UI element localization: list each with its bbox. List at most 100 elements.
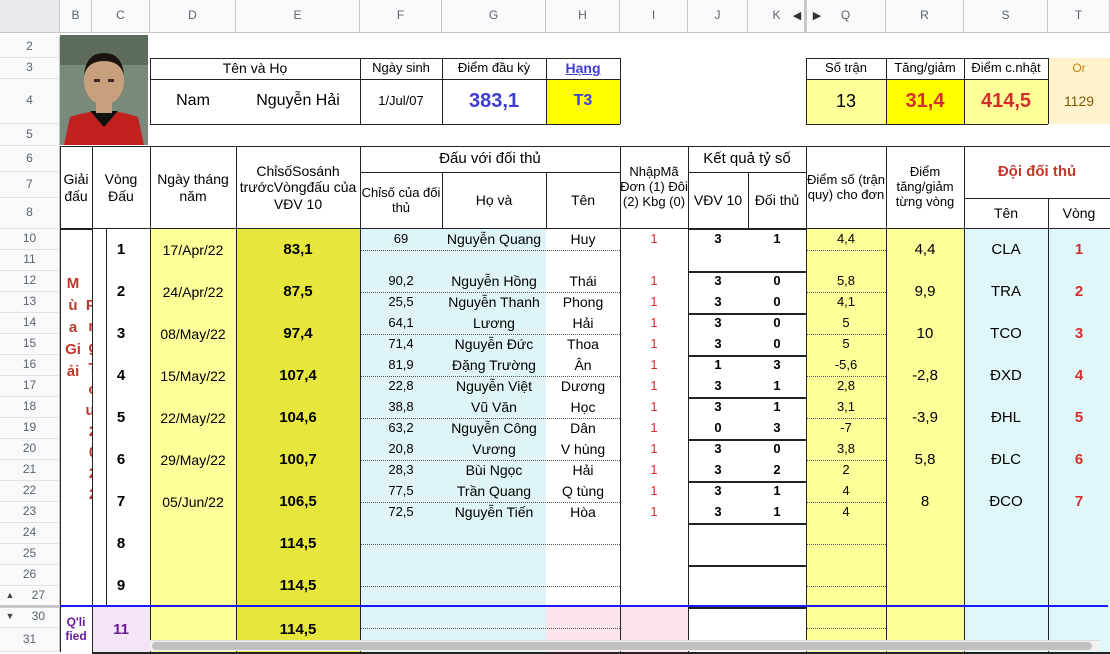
match-opp-index[interactable]: 63,2 <box>360 418 442 439</box>
matches-value[interactable]: 13 <box>806 79 886 124</box>
match-opp-index[interactable]: 69 <box>360 229 442 250</box>
team-round[interactable]: 1 <box>1048 229 1110 271</box>
column-header-H[interactable]: H <box>546 0 620 33</box>
row-header-12[interactable]: 12 <box>0 271 60 292</box>
row-group-collapse-icon[interactable]: ▲ <box>4 588 16 602</box>
round-compare-index[interactable]: 97,4 <box>236 313 360 355</box>
header-opponent-score[interactable]: Đối thủ <box>748 172 806 229</box>
row-header-7[interactable]: 7 <box>0 172 60 198</box>
header-round[interactable]: Vòng Đấu <box>92 146 150 229</box>
match-score-opponent[interactable]: 0 <box>748 439 806 460</box>
team-name[interactable]: ĐCO <box>964 481 1048 523</box>
round-number[interactable]: 8 <box>92 523 150 565</box>
round-compare-index[interactable]: 106,5 <box>236 481 360 523</box>
column-header-T[interactable]: T <box>1048 0 1110 33</box>
row-header-20[interactable]: 20 <box>0 439 60 460</box>
row-header-26[interactable]: 26 <box>0 565 60 586</box>
team-name[interactable] <box>964 523 1048 565</box>
round-date[interactable]: 17/Apr/22 <box>150 229 236 271</box>
match-score-vdv10[interactable]: 3 <box>688 271 748 292</box>
match-score-opponent[interactable]: 1 <box>748 397 806 418</box>
match-points[interactable]: 4,1 <box>806 292 886 313</box>
match-opp-surname[interactable]: Đặng Trường <box>442 355 546 376</box>
match-opp-index[interactable]: 81,9 <box>360 355 442 376</box>
match-score-opponent[interactable]: 0 <box>748 271 806 292</box>
matches-label[interactable]: Số trận <box>806 58 886 79</box>
first-name[interactable]: Nam <box>150 79 236 124</box>
match-opp-name[interactable]: Học <box>546 397 620 418</box>
round-number[interactable]: 3 <box>92 313 150 355</box>
match-points[interactable]: 3,8 <box>806 439 886 460</box>
header-opp-name[interactable]: Tên <box>546 172 620 229</box>
match-type-code[interactable]: 1 <box>620 292 688 313</box>
round-compare-index[interactable]: 107,4 <box>236 355 360 397</box>
match-score-opponent[interactable]: 0 <box>748 334 806 355</box>
match-points[interactable]: 2 <box>806 460 886 481</box>
round-compare-index[interactable]: 100,7 <box>236 439 360 481</box>
or-label[interactable]: Or <box>1048 58 1110 79</box>
hidden-rows-divider[interactable] <box>0 605 60 608</box>
start-score-label[interactable]: Điểm đầu kỳ <box>442 58 546 79</box>
round-date[interactable]: 05/Jun/22 <box>150 481 236 523</box>
header-points-change[interactable]: Điểm tăng/giảm từng vòng <box>886 146 964 229</box>
team-round[interactable]: 2 <box>1048 271 1110 313</box>
round-date[interactable]: 22/May/22 <box>150 397 236 439</box>
team-round[interactable]: 5 <box>1048 397 1110 439</box>
round-compare-index[interactable]: 87,5 <box>236 271 360 313</box>
match-score-vdv10[interactable]: 3 <box>688 376 748 397</box>
team-name[interactable]: TRA <box>964 271 1048 313</box>
match-opp-index[interactable]: 25,5 <box>360 292 442 313</box>
match-opp-name[interactable]: Hải <box>546 313 620 334</box>
horizontal-scrollbar[interactable] <box>150 640 1100 651</box>
match-score-opponent[interactable]: 1 <box>748 229 806 250</box>
column-header-G[interactable]: G <box>442 0 546 33</box>
team-name[interactable]: TCO <box>964 313 1048 355</box>
match-opp-surname[interactable]: Nguyễn Công <box>442 418 546 439</box>
column-header-B[interactable]: B <box>60 0 92 33</box>
match-opp-name[interactable]: Thoa <box>546 334 620 355</box>
match-opp-surname[interactable]: Nguyễn Hồng <box>442 271 546 292</box>
match-opp-index[interactable]: 64,1 <box>360 313 442 334</box>
match-opp-index[interactable]: 90,2 <box>360 271 442 292</box>
match-opp-index[interactable]: 72,5 <box>360 502 442 523</box>
match-points[interactable]: 5 <box>806 334 886 355</box>
row-header-21[interactable]: 21 <box>0 460 60 481</box>
dob-value[interactable]: 1/Jul/07 <box>360 79 442 124</box>
match-opp-surname[interactable]: Nguyễn Việt <box>442 376 546 397</box>
match-type-code[interactable]: 1 <box>620 271 688 292</box>
match-score-opponent[interactable]: 1 <box>748 502 806 523</box>
team-round[interactable] <box>1048 523 1110 565</box>
match-score-opponent[interactable]: 1 <box>748 481 806 502</box>
round-number[interactable]: 6 <box>92 439 150 481</box>
match-opp-surname[interactable]: Nguyễn Tiến <box>442 502 546 523</box>
updated-score-value[interactable]: 414,5 <box>964 79 1048 124</box>
row-group-expand-icon[interactable]: ▼ <box>4 609 16 623</box>
round-points-change[interactable]: 9,9 <box>886 271 964 313</box>
row-header-6[interactable]: 6 <box>0 146 60 172</box>
match-opp-index[interactable]: 38,8 <box>360 397 442 418</box>
team-round[interactable]: 4 <box>1048 355 1110 397</box>
match-points[interactable]: 4 <box>806 502 886 523</box>
round-number[interactable]: 2 <box>92 271 150 313</box>
row-header-15[interactable]: 15 <box>0 334 60 355</box>
round-points-change[interactable] <box>886 565 964 607</box>
team-round[interactable] <box>1048 565 1110 607</box>
header-tournament[interactable]: Giải đấu <box>60 146 92 229</box>
row-header-25[interactable]: 25 <box>0 544 60 565</box>
match-score-opponent[interactable]: 0 <box>748 292 806 313</box>
header-team-round[interactable]: Vòng <box>1048 198 1110 229</box>
match-opp-name[interactable]: Hải <box>546 460 620 481</box>
row-header-5[interactable]: 5 <box>0 124 60 146</box>
row-header-16[interactable]: 16 <box>0 355 60 376</box>
round-points-change[interactable]: -3,9 <box>886 397 964 439</box>
team-name[interactable] <box>964 565 1048 607</box>
round-points-change[interactable]: 10 <box>886 313 964 355</box>
round-date[interactable] <box>150 565 236 607</box>
match-score-opponent[interactable]: 2 <box>748 460 806 481</box>
match-score-vdv10[interactable]: 3 <box>688 502 748 523</box>
match-type-code[interactable]: 1 <box>620 397 688 418</box>
match-score-opponent[interactable]: 0 <box>748 313 806 334</box>
row-header-22[interactable]: 22 <box>0 481 60 502</box>
column-header-C[interactable]: C <box>92 0 150 33</box>
change-label[interactable]: Tăng/giảm <box>886 58 964 79</box>
